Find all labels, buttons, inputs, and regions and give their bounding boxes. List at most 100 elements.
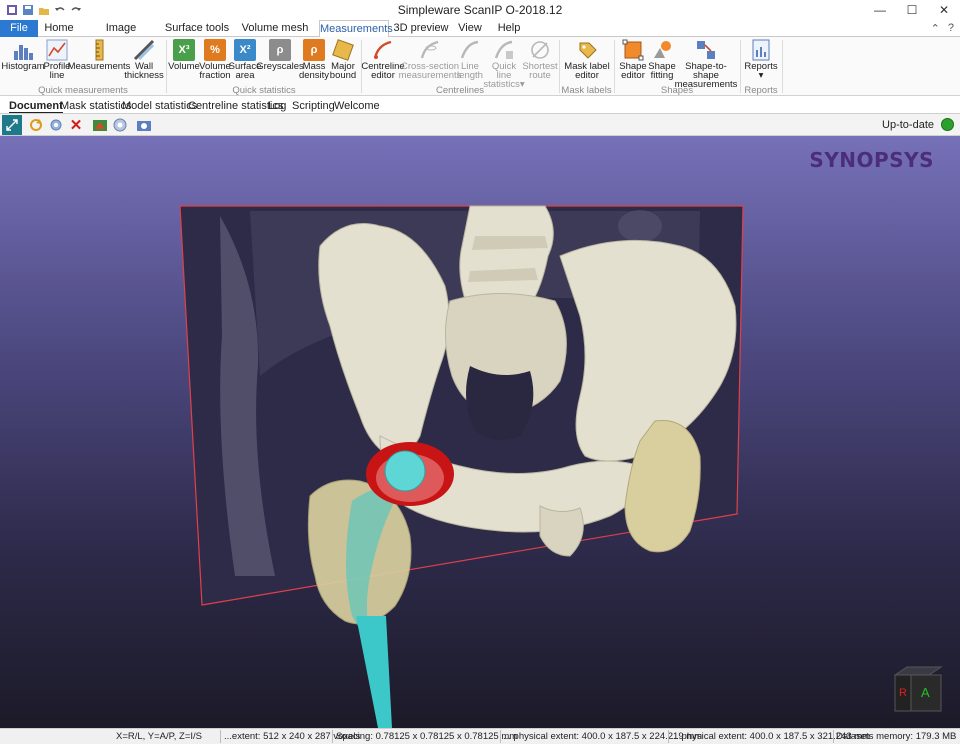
wall-thickness-button[interactable]: Wall thickness <box>124 39 164 80</box>
shape-fitting-button[interactable]: Shape fitting <box>648 39 676 80</box>
reports-button[interactable]: Reports ▾ <box>744 39 778 80</box>
doc-tab-log[interactable]: Log <box>268 100 286 112</box>
coccyx <box>539 505 584 557</box>
surface-area-icon: X² <box>234 39 256 61</box>
cross-section-measurements-button[interactable]: Cross-section measurements <box>399 39 461 80</box>
profile-line-button[interactable]: Profile line <box>44 39 70 80</box>
group-quick-statistics: Quick statistics <box>232 85 296 96</box>
ribbon: Histogram Profile line Measurements Wall… <box>0 37 960 96</box>
close-button[interactable]: ✕ <box>928 0 960 20</box>
orientation-label-a: A <box>921 685 930 700</box>
ruler-icon <box>88 39 110 61</box>
open-icon[interactable] <box>38 4 50 16</box>
measurements-button[interactable]: Measurements <box>68 39 130 71</box>
app-icon <box>6 4 18 16</box>
ribbon-tabs: File Home Image processing Surface tools… <box>0 20 960 50</box>
voxel-spacing: Spacing: 0.78125 x 0.78125 x 0.78125 mm <box>336 731 518 742</box>
bounding-box-icon <box>332 39 354 61</box>
group-reports: Reports <box>744 85 778 96</box>
pelvic-inlet <box>466 366 534 440</box>
datasets-memory: Datasets memory: 179.3 MB <box>836 731 957 742</box>
shortest-route-button[interactable]: Shortest route <box>522 39 558 80</box>
screenshot-icon[interactable] <box>136 117 152 133</box>
doc-tab-scripting[interactable]: Scripting <box>292 100 335 112</box>
density-icon: ρ <box>303 39 325 61</box>
shape-to-shape-measurements-button[interactable]: Shape-to-shape measurements <box>675 39 737 89</box>
shortest-route-icon <box>529 39 551 61</box>
tab-measurements[interactable]: Measurements <box>319 20 393 38</box>
surface-area-button[interactable]: X² Surface area <box>229 39 261 80</box>
status-divider <box>668 730 669 743</box>
cross-section-icon <box>419 39 441 61</box>
tab-surface-tools[interactable]: Surface tools <box>164 20 230 37</box>
orientation-label-r: R <box>899 687 907 699</box>
percent-icon: % <box>204 39 226 61</box>
3d-scene <box>179 205 744 728</box>
save-icon[interactable] <box>22 4 34 16</box>
redo-icon[interactable] <box>70 4 82 16</box>
vertebral-disc <box>472 236 548 250</box>
line-length-icon <box>459 39 481 61</box>
centreline-editor-icon <box>372 39 394 61</box>
wall-thickness-icon <box>133 39 155 61</box>
mass-density-button[interactable]: ρ Mass density <box>299 39 329 80</box>
update-settings-icon[interactable] <box>48 117 64 133</box>
3d-viewport[interactable]: SYNOPSYS R A <box>0 136 960 728</box>
volume-fraction-button[interactable]: % Volume fraction <box>199 39 231 80</box>
cancel-icon[interactable]: ✕ <box>68 117 84 134</box>
ribbon-divider <box>782 40 783 93</box>
tab-view[interactable]: View <box>455 20 485 37</box>
implant-stem <box>356 616 392 728</box>
refresh-icon[interactable] <box>28 117 44 133</box>
tab-home[interactable]: Home <box>40 20 78 37</box>
tab-image-processing[interactable]: Image processing <box>82 20 160 50</box>
group-shapes: Shapes <box>660 85 694 96</box>
doc-tab-welcome[interactable]: Welcome <box>334 100 380 112</box>
status-divider <box>500 730 501 743</box>
line-length-button[interactable]: Line length <box>457 39 483 80</box>
collapse-ribbon-icon[interactable]: ⌃ <box>931 22 940 35</box>
volume-icon: X³ <box>173 39 195 61</box>
synopsys-logo: SYNOPSYS <box>809 148 934 172</box>
quick-line-statistics-button[interactable]: Quick line statistics▾ <box>483 39 525 89</box>
help-icon[interactable]: ? <box>948 22 954 35</box>
render-mode-icon[interactable] <box>92 117 108 133</box>
line-statistics-icon <box>493 39 515 61</box>
group-centrelines: Centrelines <box>435 85 485 96</box>
status-indicator-icon <box>941 118 954 131</box>
centreline-editor-button[interactable]: Centreline editor <box>361 39 405 80</box>
status-bar: X=R/L, Y=A/P, Z=I/S ...extent: 512 x 240… <box>0 728 960 744</box>
report-icon <box>750 39 772 61</box>
mask-label-editor-button[interactable]: Mask label editor <box>562 39 612 80</box>
profile-line-icon <box>46 39 68 61</box>
title-bar: Simpleware ScanIP O-2018.12 — ☐ ✕ <box>0 0 960 20</box>
fit-view-icon[interactable] <box>2 115 22 135</box>
greyscales-button[interactable]: ρ Greyscales <box>256 39 304 71</box>
tag-icon <box>576 39 598 61</box>
minimize-button[interactable]: — <box>864 0 896 20</box>
maximize-button[interactable]: ☐ <box>896 0 928 20</box>
window-title: Simpleware ScanIP O-2018.12 <box>397 3 563 17</box>
tab-3d-preview[interactable]: 3D preview <box>392 20 450 37</box>
update-status-text: Up-to-date <box>882 119 934 131</box>
tab-help[interactable]: Help <box>492 20 526 37</box>
volume-button[interactable]: X³ Volume <box>168 39 200 71</box>
shape-fitting-icon <box>651 39 673 61</box>
viewport-toolbar: ✕ Up-to-date <box>0 114 960 136</box>
doc-tab-model-statistics[interactable]: Model statistics <box>122 100 197 112</box>
doc-tab-document[interactable]: Document <box>9 100 63 113</box>
tab-volume-mesh-tools[interactable]: Volume mesh tools <box>232 20 318 50</box>
tab-file[interactable]: File <box>0 20 38 37</box>
histogram-button[interactable]: Histogram <box>1 39 45 71</box>
group-quick-measurements: Quick measurements <box>38 85 128 96</box>
major-bound-button[interactable]: Major bound <box>329 39 357 80</box>
shape-editor-button[interactable]: Shape editor <box>617 39 649 80</box>
doc-tab-mask-statistics[interactable]: Mask statistics <box>60 100 132 112</box>
render-settings-icon[interactable] <box>112 117 128 133</box>
group-mask-labels: Mask labels <box>561 85 612 96</box>
femoral-head <box>384 450 426 492</box>
orientation-cube-icon[interactable]: R A <box>893 665 943 713</box>
axes-convention: X=R/L, Y=A/P, Z=I/S <box>116 731 202 742</box>
undo-icon[interactable] <box>54 4 66 16</box>
status-divider <box>833 730 834 743</box>
